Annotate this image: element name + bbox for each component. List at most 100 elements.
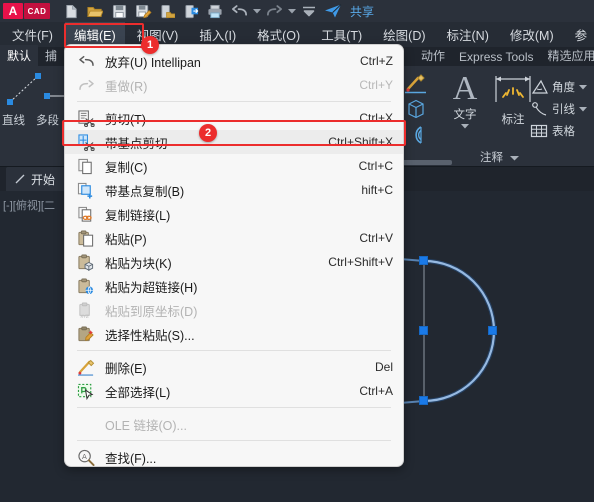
menu-item-find[interactable]: A 查找(F)... <box>65 445 403 466</box>
angle-caret-icon[interactable] <box>579 84 587 90</box>
leader-caret-icon[interactable] <box>579 106 587 112</box>
app-logo-icon: A <box>3 3 23 19</box>
save-as-icon[interactable] <box>132 1 154 21</box>
print-icon[interactable] <box>204 1 226 21</box>
annotation-table-row[interactable]: 表格 <box>530 120 594 142</box>
menu-item-ole-links-label: OLE 链接(O)... <box>105 418 187 433</box>
menu-item-erase-key: Del <box>374 360 393 374</box>
annotation-badge-1: 1 <box>141 36 159 54</box>
menu-item-erase-label: 删除(E) <box>105 361 147 376</box>
menu-item-paste-to-original-coordinates-label: 粘贴到原坐标(D) <box>105 304 198 319</box>
menu-item-cut-label: 剪切(T) <box>105 112 146 127</box>
menu-separator <box>77 440 391 441</box>
redo-dropdown-caret-icon[interactable] <box>287 1 296 21</box>
text-caret-icon[interactable] <box>444 120 486 132</box>
share-icon[interactable] <box>322 1 344 21</box>
redo-icon <box>73 75 99 95</box>
cut-icon <box>73 108 99 128</box>
angle-icon <box>531 79 548 94</box>
menu-parametric[interactable]: 参 <box>566 22 594 47</box>
ribbon-tab-featured-apps[interactable]: 精选应用 <box>541 45 594 66</box>
copy-icon <box>73 156 99 176</box>
menu-item-ole-links: OLE 链接(O)... <box>65 412 403 436</box>
dimension-icon <box>495 76 531 102</box>
document-tab-start[interactable]: 开始 <box>6 166 68 192</box>
menu-item-cut-with-basepoint-key: Ctrl+Shift+X <box>328 135 393 149</box>
open-folder-icon[interactable] <box>84 1 106 21</box>
menu-item-cut[interactable]: 剪切(T) Ctrl+X <box>65 106 403 130</box>
app-logo-cad-label: CAD <box>24 3 50 19</box>
document-tab-label: 开始 <box>31 172 56 187</box>
menu-item-copy-link-label: 复制链接(L) <box>105 208 171 223</box>
annotation-panel-caret-icon[interactable] <box>510 155 520 161</box>
menu-item-copy-link[interactable]: 复制链接(L) <box>65 202 403 226</box>
table-icon <box>530 124 548 138</box>
menu-item-copy[interactable]: 复制(C) Ctrl+C <box>65 154 403 178</box>
annotation-angle-row[interactable]: 角度 <box>530 76 594 98</box>
ribbon-tab-snap[interactable]: 捕 <box>38 45 64 66</box>
annotation-table-label: 表格 <box>552 126 575 138</box>
menu-item-paste[interactable]: 粘贴(P) Ctrl+V <box>65 226 403 250</box>
menu-dimension[interactable]: 标注(N) <box>438 22 498 47</box>
annotation-leader-row[interactable]: 引线 <box>530 98 594 120</box>
select-all-icon <box>73 381 99 401</box>
ribbon-tab-default[interactable]: 默认 <box>0 45 39 66</box>
menu-item-cut-with-basepoint[interactable]: 带基点剪切 Ctrl+Shift+X <box>65 130 403 154</box>
menu-item-erase[interactable]: 删除(E) Del <box>65 355 403 379</box>
undo-icon <box>73 51 99 71</box>
menu-item-undo-key: Ctrl+Z <box>360 54 393 68</box>
menu-item-paste-as-hyperlink[interactable]: 粘贴为超链接(H) <box>65 274 403 298</box>
quick-access-toolbar: 共享 <box>60 1 374 21</box>
undo-icon[interactable] <box>228 1 250 21</box>
menu-item-paste-special-label: 选择性粘贴(S)... <box>105 328 195 343</box>
menu-item-paste-as-hyperlink-label: 粘贴为超链接(H) <box>105 280 198 295</box>
ribbon-panel-draw: 直线 多段 <box>0 66 66 167</box>
arc-grip-middle[interactable] <box>419 326 428 335</box>
tool-line-label[interactable]: 直线 <box>2 112 25 128</box>
paste-block-icon <box>73 252 99 272</box>
edit-menu-dropdown[interactable]: 放弃(U) Intellipan Ctrl+Z 重做(R) Ctrl+Y 剪切(… <box>64 44 404 467</box>
import-icon[interactable] <box>180 1 202 21</box>
paste-origin-icon: XYZ <box>73 300 99 320</box>
menu-item-copy-with-basepoint[interactable]: 带基点复制(B) hift+C <box>65 178 403 202</box>
export-icon[interactable] <box>156 1 178 21</box>
menu-item-paste-as-block-label: 粘贴为块(K) <box>105 256 172 271</box>
box-3d-icon[interactable] <box>404 96 432 122</box>
redo-icon[interactable] <box>263 1 285 21</box>
menu-item-cut-key: Ctrl+X <box>359 111 393 125</box>
line-tool-preview-icon <box>7 73 66 105</box>
save-icon[interactable] <box>108 1 130 21</box>
arc-grip-right[interactable] <box>488 326 497 335</box>
svg-text:XYZ: XYZ <box>80 314 89 319</box>
ribbon-tab-action[interactable]: 动作 <box>414 45 452 66</box>
menu-item-select-all[interactable]: 全部选择(L) Ctrl+A <box>65 379 403 403</box>
menu-item-find-label: 查找(F)... <box>105 451 157 466</box>
arc-tool-icon[interactable] <box>404 122 432 148</box>
cut-basepoint-icon <box>73 132 99 152</box>
tool-polyline-label[interactable]: 多段 <box>36 112 59 128</box>
copy-link-icon <box>73 204 99 224</box>
arc-grip-top[interactable] <box>419 256 428 265</box>
menu-item-undo[interactable]: 放弃(U) Intellipan Ctrl+Z <box>65 49 403 73</box>
annotation-leader-label: 引线 <box>552 104 575 116</box>
ribbon-scrollbar[interactable] <box>400 160 452 165</box>
share-label[interactable]: 共享 <box>350 3 374 20</box>
menu-separator <box>77 101 391 102</box>
arc-grip-bottom[interactable] <box>419 396 428 405</box>
undo-dropdown-caret-icon[interactable] <box>252 1 261 21</box>
paste-icon <box>73 228 99 248</box>
new-file-icon[interactable] <box>60 1 82 21</box>
menu-item-redo: 重做(R) Ctrl+Y <box>65 73 403 97</box>
menu-item-paste-special[interactable]: 选择性粘贴(S)... <box>65 322 403 346</box>
menu-item-paste-as-block[interactable]: 粘贴为块(K) Ctrl+Shift+V <box>65 250 403 274</box>
svg-text:A: A <box>81 451 86 460</box>
ribbon-tab-express-tools[interactable]: Express Tools <box>452 48 540 66</box>
find-icon: A <box>73 447 99 466</box>
customize-caret-icon[interactable] <box>298 1 320 21</box>
annotation-text-tool[interactable]: A 文字 <box>444 72 486 132</box>
hatch-icon[interactable] <box>404 70 432 96</box>
menu-item-copy-with-basepoint-label: 带基点复制(B) <box>105 184 185 199</box>
menu-file[interactable]: 文件(F) <box>3 22 62 47</box>
menu-item-redo-key: Ctrl+Y <box>359 78 393 92</box>
menu-modify[interactable]: 修改(M) <box>501 22 563 47</box>
